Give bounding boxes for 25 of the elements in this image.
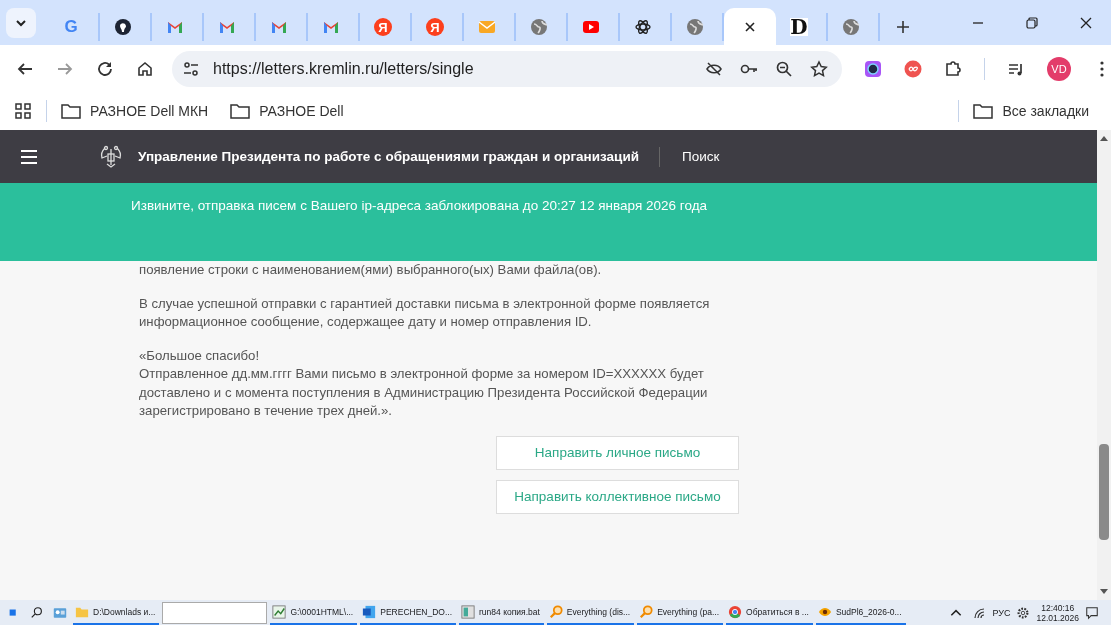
- taskbar-item[interactable]: Everything (pa...: [637, 600, 723, 625]
- profile-avatar[interactable]: VD: [1047, 56, 1071, 81]
- browser-tab[interactable]: Я: [412, 13, 464, 41]
- taskbar-item[interactable]: G:\0001HTML\...: [270, 600, 358, 625]
- taskbar-item[interactable]: PERECHEN_DO...: [360, 600, 457, 625]
- taskbar-item[interactable]: Обратиться в ...: [726, 600, 813, 625]
- browser-tab[interactable]: D: [776, 13, 828, 41]
- search-link[interactable]: Поиск: [682, 149, 720, 164]
- taskbar-item[interactable]: SudPl6_2026-0...: [815, 600, 906, 625]
- bookmark-folder[interactable]: РАЗНОЕ Dell МКН: [90, 103, 209, 119]
- paragraph: «Большое спасибо!: [139, 346, 261, 365]
- paragraph: Отправленное дд.мм.гггг Вами письмо в электронной форме за номером ID=XXXXXX будет доставлено и с момента поступления в Администрацию Президента Российской Федерации зарегистрировано в течение трех дней.».: [139, 365, 709, 420]
- address-bar[interactable]: https://letters.kremlin.ru/letters/single: [172, 50, 842, 87]
- taskbar-item[interactable]: run84 копия.bat: [459, 600, 544, 625]
- language-indicator[interactable]: РУС: [992, 607, 1011, 618]
- paragraph: появление строки с наименованием(ями) выбранного(ых) Вами файла(ов).: [139, 261, 603, 279]
- site-title: Управление Президента по работе с обращениями граждан и организаций: [138, 149, 639, 164]
- browser-tab[interactable]: Я: [360, 13, 412, 41]
- taskbar-item[interactable]: Everything (dis...: [546, 600, 635, 625]
- taskbar-item[interactable]: D:\Downlads и...: [73, 600, 160, 625]
- alert-message: Извините, отправка писем с Вашего ip-адреса заблокирована до 20:27 12 января 2026 года: [131, 198, 707, 213]
- all-bookmarks-link[interactable]: Все закладки: [1002, 103, 1089, 119]
- paragraph: В случае успешной отправки с гарантией доставки письма в электронной форме появляется информационное сообщение, содержащее дату и номер отправления ID.: [139, 294, 711, 331]
- bookmark-folder[interactable]: РАЗНОЕ Dell: [259, 103, 344, 119]
- clock[interactable]: 12:40:16 12.01.2026: [1036, 602, 1079, 623]
